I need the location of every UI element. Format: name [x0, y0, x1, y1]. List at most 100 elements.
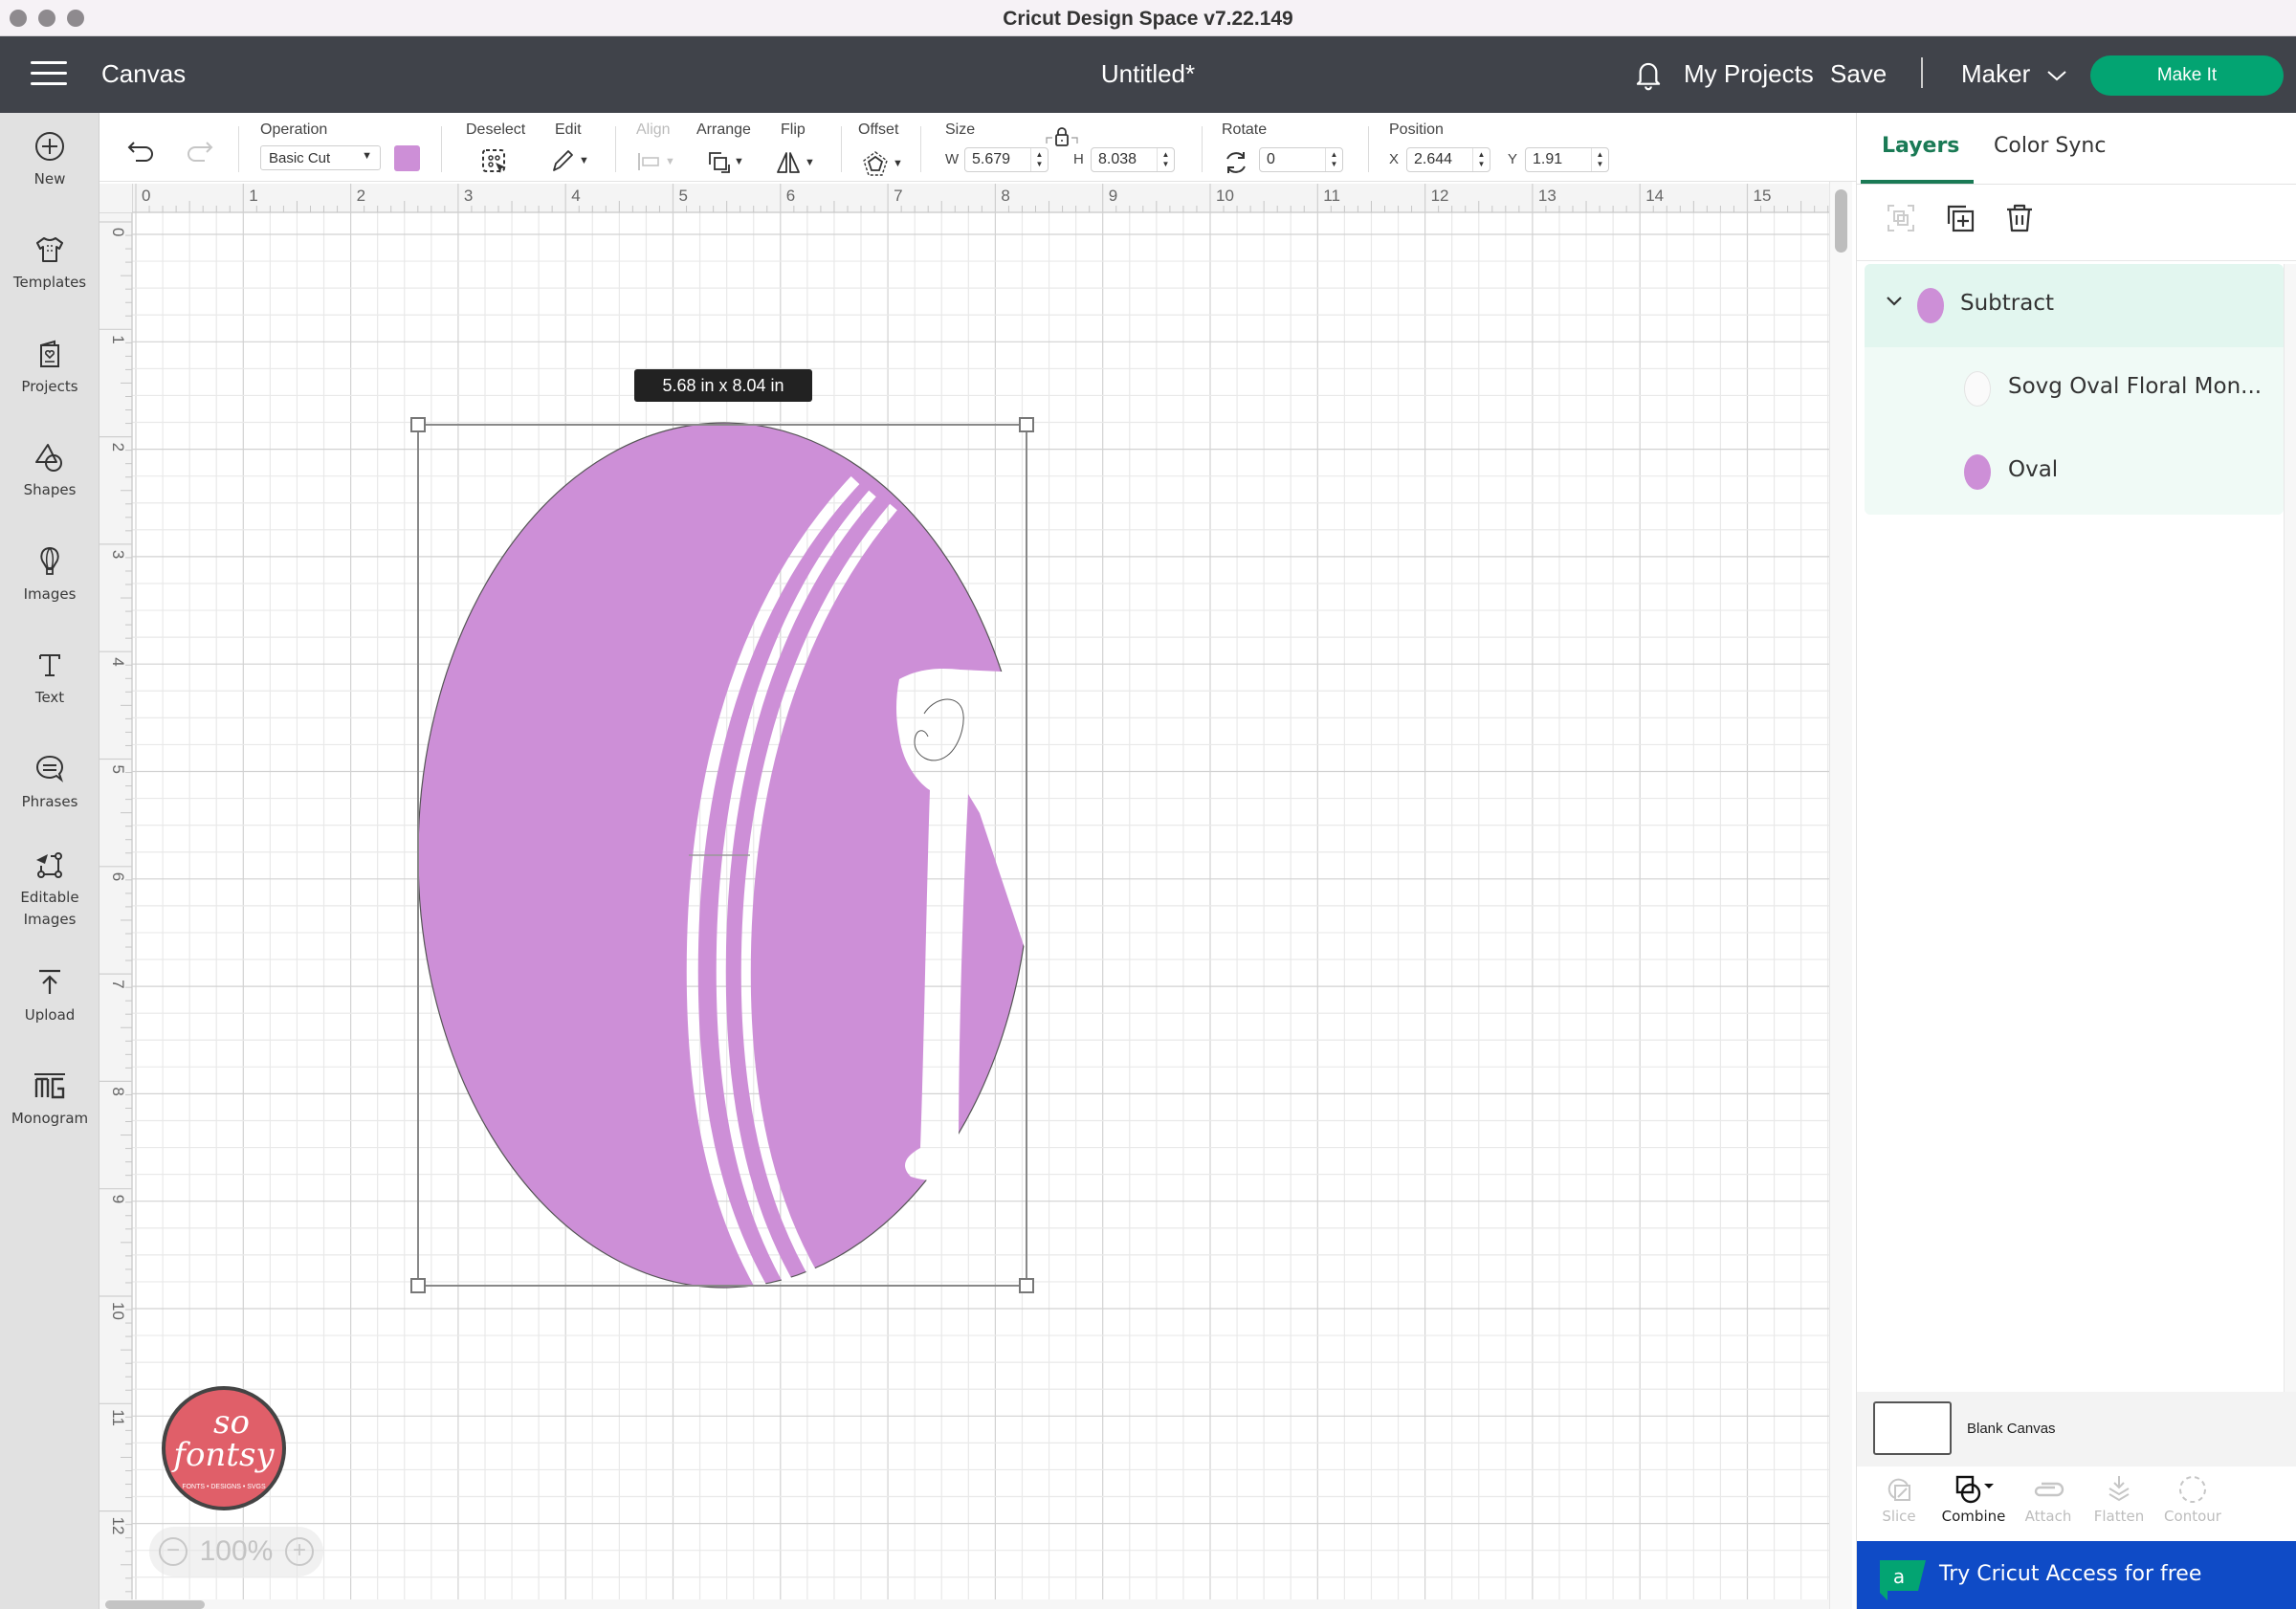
- group-icon[interactable]: [1886, 203, 1916, 233]
- layer-thumbnail: [1964, 371, 1991, 407]
- ruler-y-label: 2: [109, 443, 127, 452]
- width-input[interactable]: 5.679 ▲ ▼: [964, 147, 1049, 172]
- redo-icon[interactable]: [184, 138, 214, 165]
- scrollbar-thumb[interactable]: [105, 1600, 205, 1609]
- duplicate-icon[interactable]: [1945, 203, 1976, 233]
- ruler-y-label: 10: [109, 1302, 127, 1320]
- sidebar-item-templates[interactable]: Templates: [0, 233, 99, 294]
- resize-handle-bottom-left[interactable]: [410, 1278, 426, 1293]
- lock-icon[interactable]: [1045, 126, 1079, 147]
- right-panel: Layers Color Sync Subtract Sovg Oval Flo…: [1856, 113, 2296, 1609]
- sidebar-item-text[interactable]: Text: [0, 649, 99, 709]
- sidebar-item-images[interactable]: Images: [0, 545, 99, 606]
- toolbar-divider: [1202, 126, 1203, 172]
- rotate-icon[interactable]: [1223, 149, 1249, 176]
- editable-images-icon: [36, 852, 62, 878]
- sidebar-label: New: [33, 170, 66, 187]
- make-it-button[interactable]: Make It: [2090, 55, 2284, 96]
- layer-row-sovg-oval-floral[interactable]: Sovg Oval Floral Mon...: [1865, 347, 2284, 430]
- canvas-vertical-scrollbar[interactable]: [1829, 182, 1852, 1609]
- resize-handle-top-right[interactable]: [1019, 417, 1034, 432]
- document-title[interactable]: Untitled*: [1101, 59, 1195, 88]
- width-stepper[interactable]: ▲ ▼: [1030, 148, 1048, 171]
- flatten-icon: [2108, 1476, 2130, 1502]
- tab-color-sync[interactable]: Color Sync: [1994, 134, 2106, 158]
- resize-handle-bottom-right[interactable]: [1019, 1278, 1034, 1293]
- chevron-down-icon[interactable]: [1884, 291, 1905, 312]
- position-x-input[interactable]: 2.644 ▲ ▼: [1406, 147, 1490, 172]
- window-title: Cricut Design Space v7.22.149: [1003, 8, 1293, 30]
- undo-icon[interactable]: [126, 138, 157, 165]
- align-button[interactable]: ▼: [637, 151, 675, 172]
- sidebar-item-phrases[interactable]: Phrases: [0, 753, 99, 813]
- scrollbar-thumb[interactable]: [1835, 189, 1847, 253]
- operation-select[interactable]: Basic Cut ▼: [260, 145, 381, 170]
- shapes-icon: [35, 444, 62, 472]
- position-y-input[interactable]: 1.91 ▲ ▼: [1525, 147, 1609, 172]
- contour-icon: [2179, 1476, 2206, 1503]
- attach-button[interactable]: Attach: [2020, 1474, 2077, 1525]
- pencil-icon: [553, 150, 573, 171]
- position-y-value: 1.91: [1533, 151, 1563, 167]
- position-y-stepper[interactable]: ▲ ▼: [1591, 148, 1608, 171]
- contour-button[interactable]: Contour: [2159, 1474, 2226, 1525]
- cricut-access-text: Try Cricut Access for free: [1939, 1562, 2202, 1586]
- paperclip-icon: [2034, 1482, 2064, 1497]
- height-axis-label: H: [1073, 151, 1084, 167]
- canvas-horizontal-scrollbar[interactable]: [99, 1599, 1829, 1609]
- blank-canvas-row[interactable]: Blank Canvas: [1857, 1392, 2296, 1466]
- blank-canvas-swatch[interactable]: [1873, 1401, 1952, 1455]
- height-stepper[interactable]: ▲ ▼: [1157, 148, 1174, 171]
- combine-button[interactable]: Combine: [1937, 1474, 2010, 1525]
- offset-button[interactable]: ▼: [861, 149, 903, 178]
- rotate-input[interactable]: 0 ▲ ▼: [1259, 147, 1343, 172]
- layer-row-oval[interactable]: Oval: [1865, 430, 2284, 514]
- sidebar-item-new[interactable]: New: [0, 130, 99, 190]
- deselect-icon[interactable]: [480, 147, 509, 176]
- ruler-x-label: 0: [142, 187, 150, 205]
- design-canvas[interactable]: 0 1 2 3 4 5 6 7 8 9 10 11 12 13 14 15 0 1 2 3 4 5 6 7 8 9 10 11 12: [99, 182, 1829, 1599]
- position-x-value: 2.644: [1414, 151, 1453, 167]
- position-x-stepper[interactable]: ▲ ▼: [1472, 148, 1490, 171]
- sidebar-item-shapes[interactable]: Shapes: [0, 441, 99, 501]
- ruler-x-label: 7: [894, 187, 902, 205]
- rotate-stepper[interactable]: ▲ ▼: [1325, 148, 1342, 171]
- sidebar-label: Shapes: [23, 481, 77, 498]
- ruler-y-label: 7: [109, 980, 127, 988]
- height-input[interactable]: 8.038 ▲ ▼: [1091, 147, 1175, 172]
- header-divider: [1921, 57, 1923, 88]
- operation-color-swatch[interactable]: [394, 145, 420, 171]
- ruler-x-label: 8: [1001, 187, 1009, 205]
- toolbar-divider: [920, 126, 921, 172]
- arrange-icon: [709, 152, 730, 173]
- layer-name: Sovg Oval Floral Mon...: [2008, 374, 2263, 399]
- my-projects-link[interactable]: My Projects: [1684, 59, 1814, 89]
- menu-hamburger-icon[interactable]: [31, 61, 67, 88]
- balloon-icon: [40, 546, 59, 575]
- sidebar-item-monogram[interactable]: Monogram: [0, 1069, 99, 1130]
- flip-button[interactable]: ▼: [775, 149, 815, 176]
- sidebar-item-editable-images[interactable]: Editable Images: [0, 849, 99, 931]
- sidebar-item-projects[interactable]: Projects: [0, 338, 99, 398]
- tab-layers[interactable]: Layers: [1882, 134, 1959, 158]
- so-fontsy-watermark: so fontsy FONTS • DESIGNS • SVGS: [162, 1386, 286, 1510]
- slice-icon: [1888, 1478, 1910, 1501]
- width-axis-label: W: [945, 151, 960, 167]
- zoom-in-button[interactable]: +: [284, 1537, 314, 1566]
- sidebar-item-upload[interactable]: Upload: [0, 966, 99, 1026]
- edit-button[interactable]: ▼: [549, 147, 589, 174]
- slice-button[interactable]: Slice: [1872, 1474, 1926, 1525]
- flatten-button[interactable]: Flatten: [2090, 1474, 2148, 1525]
- caret-down-icon: ▼: [893, 158, 903, 169]
- bell-icon[interactable]: [1632, 57, 1665, 92]
- sidebar-label: Upload: [24, 1006, 76, 1024]
- layers-scrollbar[interactable]: [2284, 264, 2296, 1498]
- save-button[interactable]: Save: [1830, 59, 1887, 89]
- trash-icon[interactable]: [2004, 203, 2035, 233]
- zoom-out-button[interactable]: −: [159, 1537, 188, 1566]
- machine-selector[interactable]: Maker: [1961, 59, 2067, 89]
- arrange-button[interactable]: ▼: [706, 149, 744, 174]
- cricut-access-banner[interactable]: a Try Cricut Access for free: [1857, 1541, 2296, 1609]
- layer-row-subtract[interactable]: Subtract: [1865, 264, 2284, 347]
- resize-handle-top-left[interactable]: [410, 417, 426, 432]
